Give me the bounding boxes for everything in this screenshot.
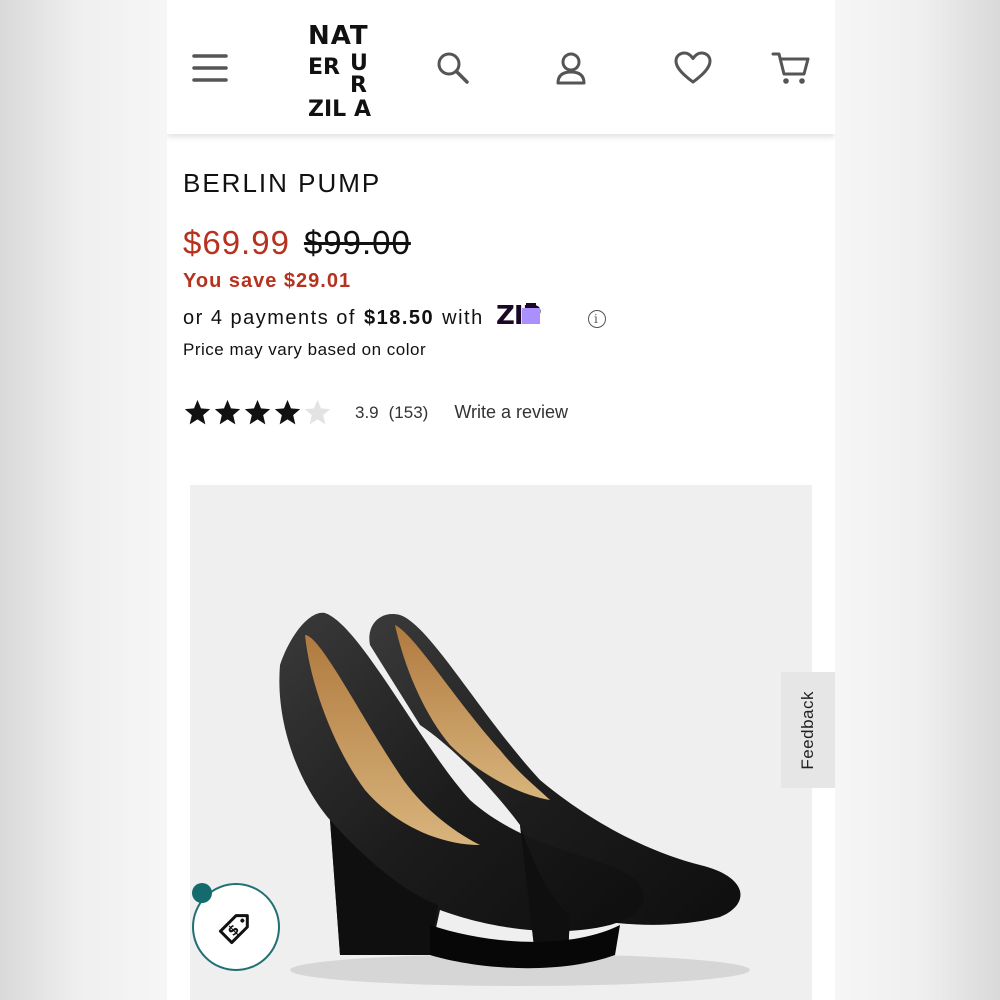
price-tag-icon: $ xyxy=(218,914,249,945)
star-empty-icon xyxy=(304,399,331,425)
hamburger-menu-icon[interactable] xyxy=(189,48,231,88)
notification-dot xyxy=(192,883,212,903)
site-header: NAT ER U R ZIL A xyxy=(167,0,835,134)
star-filled-icon xyxy=(214,399,241,425)
star-filled-icon xyxy=(184,399,211,425)
product-title: BERLIN PUMP xyxy=(183,168,382,198)
installment-amount: $18.50 xyxy=(363,307,435,329)
rating-stars[interactable] xyxy=(183,398,333,427)
svg-text:R: R xyxy=(350,73,367,98)
svg-text:A: A xyxy=(354,97,371,118)
product-image[interactable] xyxy=(190,485,812,1000)
search-icon[interactable] xyxy=(431,46,475,90)
svg-text:ER: ER xyxy=(308,55,340,80)
info-icon[interactable]: i xyxy=(587,309,606,328)
zip-logo[interactable]: ZIP xyxy=(496,300,576,337)
svg-text:ZIL: ZIL xyxy=(308,97,346,118)
write-review-link[interactable]: Write a review xyxy=(454,402,568,423)
feedback-tab[interactable]: Feedback xyxy=(781,672,835,788)
price-row: $69.99 $99.00 xyxy=(183,224,411,262)
cart-icon[interactable] xyxy=(769,46,813,90)
installment-prefix: or 4 payments of xyxy=(183,307,356,329)
rating-value: 3.9 xyxy=(355,402,379,422)
naturalizer-logo[interactable]: NAT ER U R ZIL A xyxy=(308,21,378,122)
installment-suffix: with xyxy=(442,307,484,329)
price-note: Price may vary based on color xyxy=(183,340,427,359)
sale-price: $69.99 xyxy=(183,224,290,261)
svg-text:NAT: NAT xyxy=(308,22,369,51)
star-filled-icon xyxy=(244,399,271,425)
heart-icon[interactable] xyxy=(671,46,715,90)
product-page: NAT ER U R ZIL A BERLIN PUMP $69.99 $99.… xyxy=(167,0,835,1000)
savings-text: You save $29.01 xyxy=(183,270,352,292)
original-price: $99.00 xyxy=(303,224,411,261)
rating-row: 3.9 (153) Write a review xyxy=(183,398,568,427)
installment-row: or 4 payments of $18.50 with ZIP i xyxy=(183,300,606,337)
star-filled-icon xyxy=(274,399,301,425)
rating-count[interactable]: (153) xyxy=(389,403,429,423)
user-icon[interactable] xyxy=(549,46,593,90)
feedback-label: Feedback xyxy=(798,690,817,770)
